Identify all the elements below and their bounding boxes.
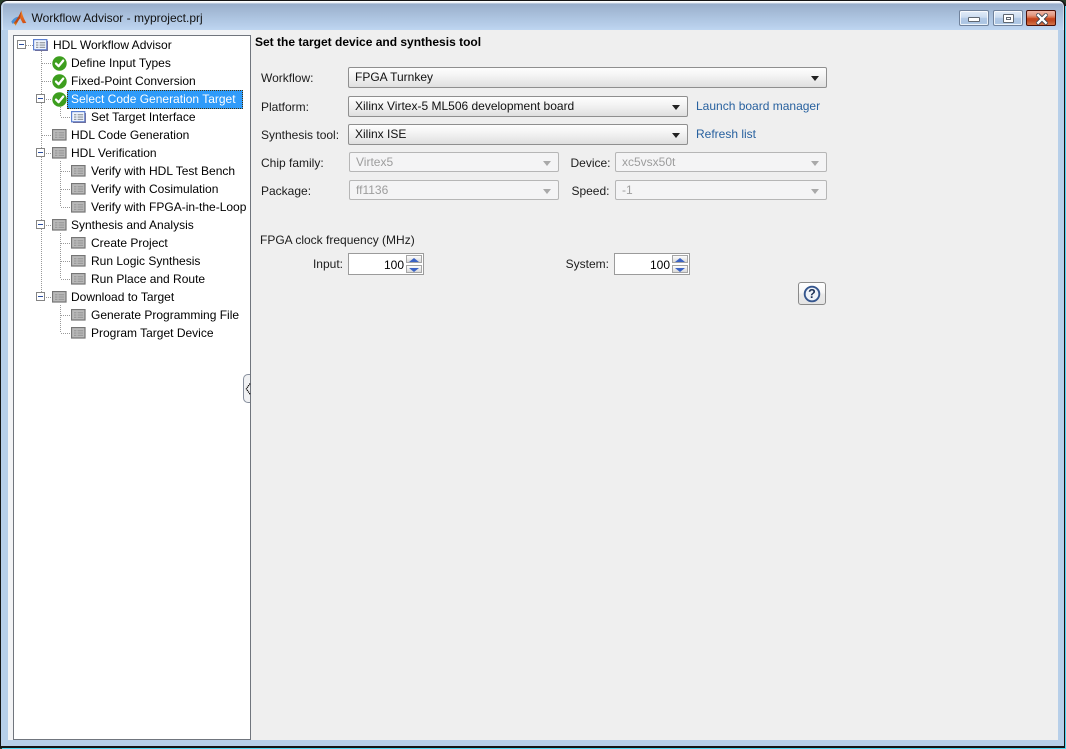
svg-text:?: ?: [808, 287, 816, 301]
